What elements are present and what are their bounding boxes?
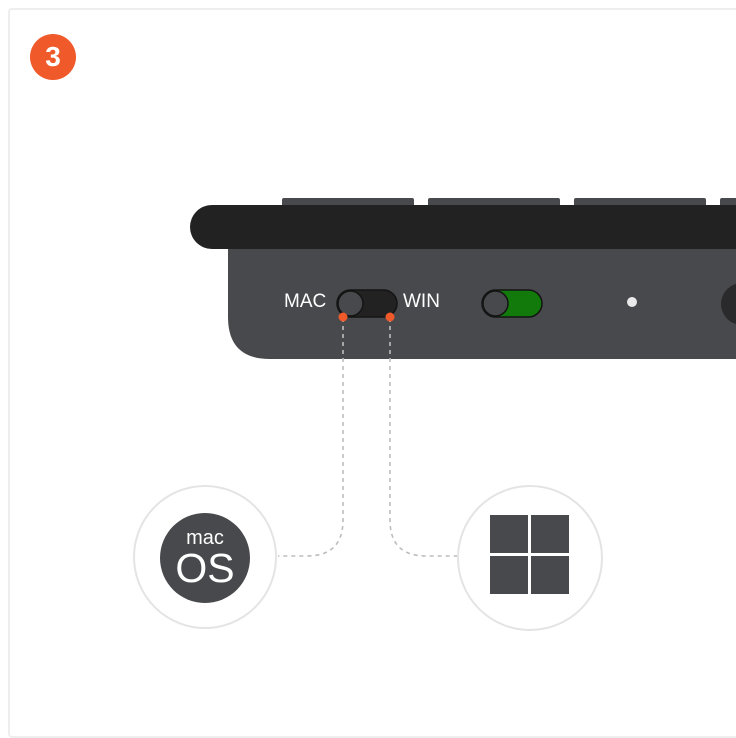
power-switch-knob bbox=[482, 290, 509, 317]
mac-label: MAC bbox=[284, 291, 327, 312]
macos-logo-os-text: OS bbox=[175, 545, 235, 591]
keyboard-top-bar bbox=[190, 205, 736, 249]
macos-logo-icon: mac OS bbox=[160, 513, 250, 603]
keyboard-diagram bbox=[190, 198, 736, 557]
status-light bbox=[627, 297, 637, 307]
os-switch-knob bbox=[337, 290, 364, 317]
windows-logo-icon bbox=[490, 515, 569, 594]
mac-anchor-dot bbox=[338, 312, 348, 322]
win-label: WIN bbox=[403, 291, 440, 312]
win-anchor-dot bbox=[385, 312, 395, 322]
